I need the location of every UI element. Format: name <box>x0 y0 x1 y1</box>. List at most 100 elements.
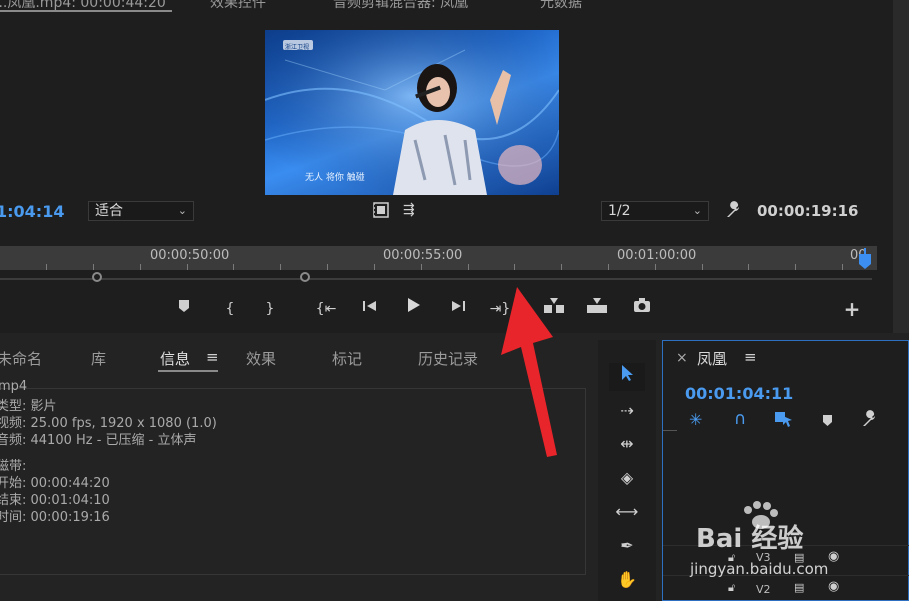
play-icon <box>408 298 420 312</box>
ruler-tick <box>233 264 234 270</box>
info-start: 开始: 00:00:44:20 <box>0 476 110 491</box>
paw-logo-icon <box>740 500 780 530</box>
lock-icon[interactable]: 🔓︎ <box>728 581 735 595</box>
sequence-tab-title[interactable]: 凤凰 <box>697 348 727 369</box>
mark-in-button[interactable]: { <box>216 297 244 321</box>
add-marker-icon[interactable] <box>822 412 833 431</box>
film-strip-icon[interactable] <box>372 201 390 219</box>
selection-tool[interactable] <box>609 363 645 391</box>
ruler-tick <box>842 264 843 270</box>
info-video: 视频: 25.00 fps, 1920 x 1080 (1.0) <box>0 416 217 431</box>
pen-tool[interactable]: ✒ <box>609 532 645 560</box>
zoom-scroll-handle-right[interactable] <box>300 272 310 282</box>
timeline-settings-wrench-icon[interactable] <box>860 409 880 429</box>
tab-history[interactable]: 历史记录 <box>418 348 478 369</box>
tab-info[interactable]: 信息 <box>160 348 190 369</box>
razor-tool[interactable]: ◈ <box>609 464 645 492</box>
track-select-tool[interactable]: ⇢ <box>609 397 645 425</box>
video-preview: 无人 将你 触碰 浙江卫视 <box>265 30 559 195</box>
eye-icon[interactable]: ◉ <box>828 549 839 564</box>
ripple-edit-tool[interactable]: ⇹ <box>609 430 645 458</box>
hand-tool[interactable]: ✋ <box>609 566 645 594</box>
nest-toggle-icon[interactable]: ✳ <box>689 410 702 429</box>
watermark-url: jingyan.baidu.com <box>690 560 829 578</box>
sync-lock-icon[interactable]: ▤ <box>794 581 804 594</box>
active-tab-indicator <box>0 10 172 12</box>
ruler-tick <box>327 264 328 270</box>
tab-effect-controls[interactable]: 效果控件 <box>210 0 266 12</box>
panel-menu-icon[interactable]: ≡ <box>206 348 219 366</box>
info-filename: mp4 <box>0 379 28 394</box>
zoom-scrollbar[interactable] <box>0 278 872 280</box>
mark-out-icon: } <box>265 301 275 317</box>
track-select-icon: ⇢ <box>620 401 634 420</box>
button-editor-add[interactable]: + <box>838 297 866 321</box>
pen-icon: ✒ <box>620 536 634 555</box>
marker-icon <box>179 300 189 312</box>
export-frame-button[interactable] <box>628 297 656 321</box>
ruler-tick <box>280 264 281 270</box>
zoom-scroll-handle-left[interactable] <box>92 272 102 282</box>
ruler-label: 00:00:55:00 <box>383 248 463 263</box>
channel-logo: 浙江卫视 <box>285 44 310 51</box>
ripple-edit-icon: ⇹ <box>620 434 634 453</box>
mark-in-icon: { <box>225 301 235 317</box>
camera-icon <box>634 298 650 312</box>
zoom-fit-select[interactable]: 适合 ⌄ <box>88 201 194 221</box>
step-back-icon <box>363 301 376 311</box>
monitor-scroll-edge <box>893 0 909 333</box>
eye-icon[interactable]: ◉ <box>828 579 839 594</box>
ruler-label: 00:01:00:00 <box>617 248 697 263</box>
ruler-tick <box>46 264 47 270</box>
snap-magnet-icon[interactable]: ∩ <box>734 409 746 429</box>
linked-selection-icon[interactable] <box>774 410 794 428</box>
zoom-fit-value: 适合 <box>95 203 123 219</box>
ruler-tick <box>374 264 375 270</box>
track-row-v2[interactable] <box>663 575 909 598</box>
chevron-down-icon: ⌄ <box>177 204 187 217</box>
ruler-tick <box>608 264 609 270</box>
sequence-timecode[interactable]: 00:01:04:11 <box>685 384 793 403</box>
add-marker-button[interactable] <box>170 297 198 321</box>
info-duration: 时间: 00:00:19:16 <box>0 510 110 525</box>
step-forward-button[interactable] <box>444 297 472 321</box>
overwrite-button[interactable] <box>583 297 611 321</box>
go-to-in-button[interactable]: {⇤ <box>312 297 340 321</box>
tab-untitled[interactable]: 未命名 <box>0 348 42 369</box>
playback-settings-icon[interactable]: ⇶ <box>403 202 415 218</box>
playhead-marker[interactable] <box>858 248 872 270</box>
close-icon[interactable]: × <box>676 350 688 366</box>
tab-audio-mixer[interactable]: 音频剪辑混合器: 凤凰 <box>333 0 468 12</box>
timeline-divider <box>663 430 677 431</box>
mark-out-button[interactable]: } <box>256 297 284 321</box>
ruler-tick <box>93 264 94 270</box>
ruler-tick <box>514 264 515 270</box>
sequence-menu-icon[interactable]: ≡ <box>744 348 757 366</box>
resolution-value: 1/2 <box>608 203 631 219</box>
ruler-tick <box>421 264 422 270</box>
video-lyric-subtitle: 无人 将你 触碰 <box>305 173 365 183</box>
ruler-tick <box>468 264 469 270</box>
track-label-v2: V2 <box>756 583 771 596</box>
duration-timecode: 00:00:19:16 <box>757 202 859 220</box>
ruler-tick <box>561 264 562 270</box>
ruler-tick <box>187 264 188 270</box>
play-button[interactable] <box>399 297 427 321</box>
playhead-timecode[interactable]: 1:04:14 <box>0 202 64 221</box>
go-to-in-icon: {⇤ <box>315 301 337 317</box>
step-back-button[interactable] <box>356 297 384 321</box>
tab-library[interactable]: 库 <box>91 348 106 369</box>
info-type: 类型: 影片 <box>0 399 57 414</box>
razor-icon: ◈ <box>620 468 634 487</box>
tab-markers[interactable]: 标记 <box>332 348 362 369</box>
info-end: 结束: 00:01:04:10 <box>0 493 110 508</box>
ruler-tick <box>795 264 796 270</box>
slip-tool[interactable]: ⟷ <box>609 498 645 526</box>
info-tape: 磁带: <box>0 459 27 474</box>
ruler-tick <box>140 264 141 270</box>
resolution-select[interactable]: 1/2 ⌄ <box>601 201 709 221</box>
tab-metadata[interactable]: 元数据 <box>540 0 582 12</box>
tab-effects[interactable]: 效果 <box>246 348 276 369</box>
overwrite-icon <box>587 298 607 313</box>
wrench-icon[interactable] <box>724 200 744 220</box>
